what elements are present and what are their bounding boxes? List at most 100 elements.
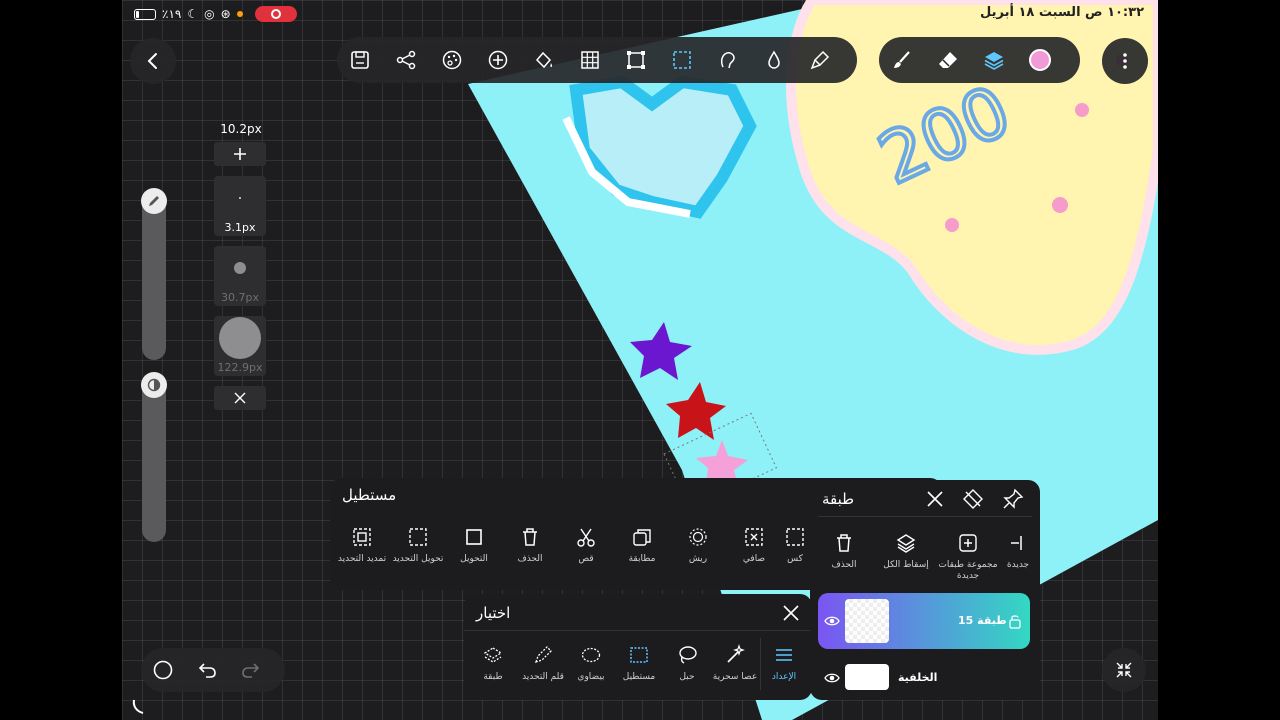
- redo-button[interactable]: [229, 648, 273, 692]
- rect-sheet-title: مستطيل: [342, 486, 397, 504]
- color-picker-button[interactable]: [1017, 37, 1063, 83]
- collapse-arrows-icon: [1116, 662, 1132, 678]
- layer-row-background[interactable]: الخلفية: [818, 650, 1030, 706]
- drop-icon: [768, 50, 780, 69]
- preset-dot: [234, 262, 246, 274]
- extend-selection-button[interactable]: تمديد التحديد: [332, 526, 392, 565]
- convert-selection-button[interactable]: تحويل التحديد: [388, 526, 448, 565]
- ellipse-select-icon: [581, 647, 601, 663]
- trash-icon: [523, 528, 537, 546]
- layers-button[interactable]: [971, 37, 1017, 83]
- opacity-knob[interactable]: [141, 372, 167, 398]
- mic-indicator: [236, 11, 243, 17]
- clear-selection-icon: [745, 528, 763, 546]
- preset-dot: [219, 317, 261, 359]
- close-icon: [234, 392, 246, 404]
- share-icon: [396, 50, 416, 70]
- redo-icon: [242, 663, 260, 678]
- invert-label: كس: [787, 554, 803, 564]
- layer-select-icon: [483, 647, 503, 663]
- pin-layer-button[interactable]: [1002, 488, 1024, 514]
- brush-size-slider[interactable]: [142, 196, 166, 360]
- collapse-button[interactable]: [1102, 648, 1146, 692]
- close-icon: [783, 605, 799, 621]
- screen-record-button[interactable]: [254, 6, 297, 22]
- brush-preset-small[interactable]: 3.1px: [214, 176, 266, 236]
- close-select-button[interactable]: [782, 604, 800, 626]
- vpn-icon: ⊛: [220, 7, 231, 21]
- scissors-icon: [577, 528, 595, 547]
- status-bar: ٪١٩ ☾ ◎ ⊛ ١٠:٣٢ ص السبت ١٨ أبريل: [122, 0, 1158, 28]
- extend-selection-icon: [353, 528, 371, 546]
- back-button[interactable]: [130, 38, 176, 84]
- menu-lines-icon: [776, 649, 792, 661]
- flatten-layers-icon: [896, 534, 916, 553]
- blur-button[interactable]: [751, 37, 797, 83]
- new-group-button[interactable]: مجموعة طبقات جديدة: [938, 532, 998, 582]
- increase-size-button[interactable]: [214, 142, 266, 166]
- lasso-icon: [679, 646, 697, 664]
- transform-button[interactable]: [613, 37, 659, 83]
- duplicate-button[interactable]: مطابقة: [612, 526, 672, 565]
- selection-icon: [673, 51, 691, 69]
- eye-icon[interactable]: [824, 613, 840, 629]
- battery-icon: [134, 8, 156, 20]
- transform-icon: [466, 529, 482, 545]
- extend-selection-label: تمديد التحديد: [337, 554, 387, 564]
- cut-label: قص: [578, 554, 594, 564]
- transform-selection-button[interactable]: التحويل: [444, 526, 504, 565]
- chevron-left-icon: [147, 53, 157, 69]
- magic-wand-icon: [727, 644, 745, 663]
- clear-button[interactable]: صافي: [724, 526, 784, 565]
- fill-bucket-button[interactable]: [521, 37, 567, 83]
- grid-button[interactable]: [567, 37, 613, 83]
- select-settings-button[interactable]: الإعداد: [756, 644, 812, 683]
- brush-tool-button[interactable]: [879, 37, 925, 83]
- lock-icon[interactable]: [1008, 613, 1022, 629]
- flatten-all-label: إسقاط الكل: [883, 560, 929, 570]
- undo-button[interactable]: [185, 648, 229, 692]
- duplicate-label: مطابقة: [628, 554, 656, 564]
- invert-selection-icon: [786, 528, 804, 546]
- preset-size-label: 122.9px: [217, 361, 263, 374]
- new-group-label: مجموعة طبقات جديدة: [938, 560, 998, 581]
- smudge-button[interactable]: [705, 37, 751, 83]
- selection-pen-icon: [534, 646, 552, 664]
- palette-button[interactable]: [429, 37, 475, 83]
- more-button[interactable]: [1102, 38, 1148, 84]
- delete-layer-button[interactable]: الحذف: [814, 532, 874, 571]
- cut-button[interactable]: قص: [556, 526, 616, 565]
- drawing-tools-toolbar: [879, 37, 1080, 83]
- settings-label: الإعداد: [771, 672, 797, 682]
- invert-button[interactable]: كس: [780, 526, 810, 565]
- close-layer-sheet-button[interactable]: [926, 490, 944, 512]
- add-button[interactable]: [475, 37, 521, 83]
- feather-button[interactable]: ريش: [668, 526, 728, 565]
- brush-preset-medium[interactable]: 30.7px: [214, 246, 266, 306]
- opacity-slider[interactable]: [142, 376, 166, 542]
- delete-selection-button[interactable]: الحذف: [500, 526, 560, 565]
- flatten-all-button[interactable]: إسقاط الكل: [876, 532, 936, 571]
- layer-row-selected[interactable]: طبقة 15: [818, 593, 1030, 649]
- paint-bucket-icon: [535, 51, 553, 69]
- eraser-tool-button[interactable]: [925, 37, 971, 83]
- feather-icon: [689, 528, 707, 546]
- eye-icon[interactable]: [824, 670, 840, 686]
- layer-options-button[interactable]: [962, 488, 984, 514]
- save-button[interactable]: [337, 37, 383, 83]
- quick-menu-button[interactable]: [141, 648, 185, 692]
- select-sheet: اختيار طبقة قلم التحديد بيضاوي مستطيل حب…: [464, 594, 812, 700]
- main-toolbar: [337, 37, 857, 83]
- feather-label: ريش: [688, 554, 708, 564]
- brush-settings-button[interactable]: [797, 37, 843, 83]
- selection-button[interactable]: [659, 37, 705, 83]
- share-button[interactable]: [383, 37, 429, 83]
- close-size-panel-button[interactable]: [214, 386, 266, 410]
- close-icon: [927, 491, 943, 507]
- brush-size-knob[interactable]: [141, 188, 167, 214]
- add-folder-icon: [959, 534, 977, 552]
- new-layer-button[interactable]: جديدة: [1000, 532, 1036, 571]
- brush-preset-large[interactable]: 122.9px: [214, 316, 266, 376]
- brush-size-label: 10.2px: [220, 122, 262, 136]
- moon-icon: ☾: [187, 7, 199, 21]
